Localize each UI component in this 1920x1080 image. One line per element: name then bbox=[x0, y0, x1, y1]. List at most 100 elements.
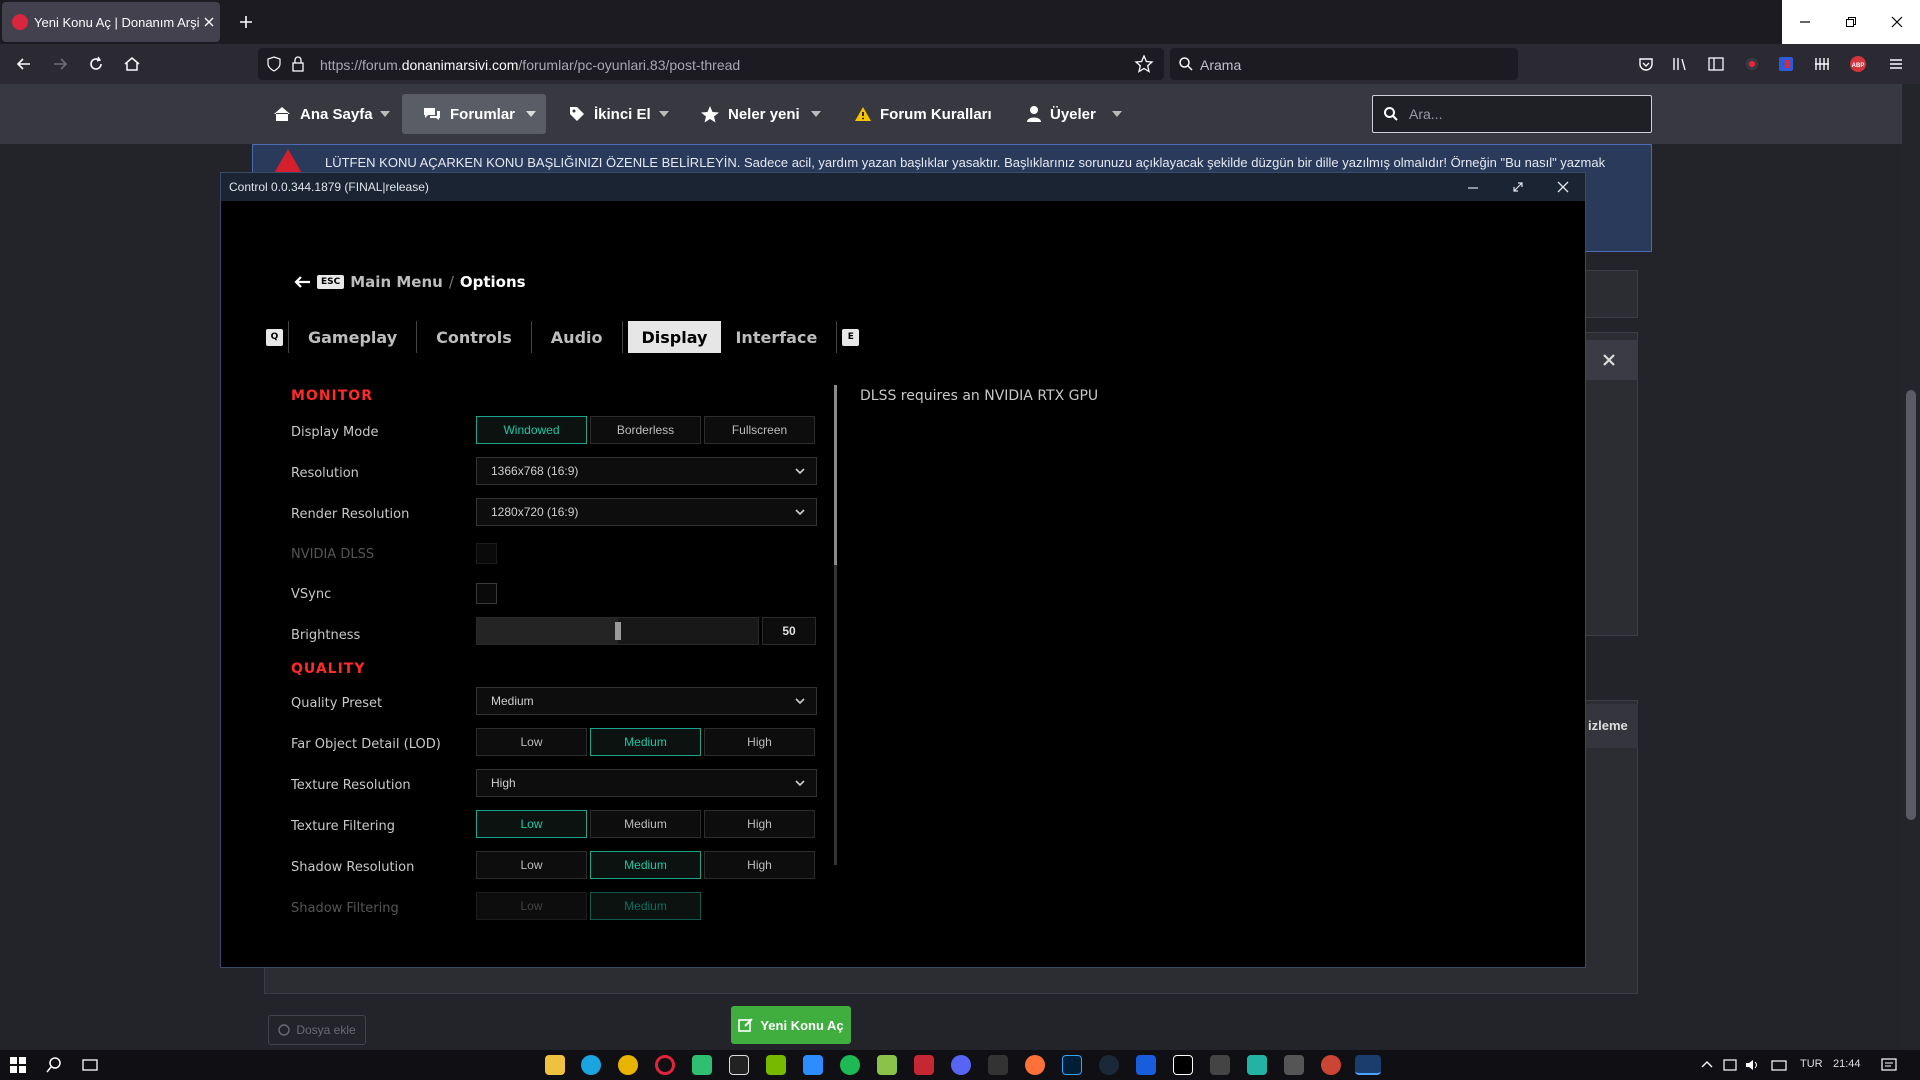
game-close-icon[interactable] bbox=[1554, 178, 1572, 196]
texture-filtering-low[interactable]: Low bbox=[476, 810, 587, 838]
tray-chevron-icon[interactable] bbox=[1700, 1055, 1714, 1075]
tray-app-icon[interactable] bbox=[1722, 1055, 1738, 1075]
lod-high[interactable]: High bbox=[704, 728, 815, 756]
vsync-checkbox[interactable] bbox=[476, 583, 497, 604]
tray-clock[interactable]: 21:44 bbox=[1833, 1058, 1861, 1070]
dismiss-panel-button[interactable] bbox=[1580, 340, 1638, 380]
shadow-resolution-medium[interactable]: Medium bbox=[590, 851, 701, 879]
site-info-shield-icon[interactable] bbox=[266, 56, 282, 72]
resolution-dropdown[interactable]: 1366x768 (16:9) bbox=[476, 457, 817, 485]
nav-forums-dropdown-icon[interactable] bbox=[526, 111, 536, 117]
app-icon-6[interactable] bbox=[1247, 1055, 1267, 1075]
adblock-icon[interactable]: ABP bbox=[1848, 54, 1868, 74]
browser-search-input[interactable]: Arama bbox=[1170, 48, 1518, 80]
menu-icon[interactable] bbox=[1886, 54, 1906, 74]
zoom-icon[interactable] bbox=[803, 1055, 823, 1075]
app-icon-3[interactable] bbox=[914, 1055, 934, 1075]
pycharm-icon[interactable] bbox=[1173, 1055, 1193, 1075]
nav-home[interactable]: Ana Sayfa bbox=[272, 94, 373, 134]
texture-resolution-dropdown[interactable]: High bbox=[476, 769, 817, 797]
nav-rules[interactable]: Forum Kuralları bbox=[854, 94, 992, 134]
tab-controls[interactable]: Controls bbox=[422, 321, 526, 353]
prev-tab-key-q[interactable]: Q bbox=[266, 328, 283, 346]
nav-second-hand[interactable]: İkinci El bbox=[568, 94, 651, 134]
extension-record-icon[interactable] bbox=[1742, 54, 1762, 74]
options-scrollbar-thumb[interactable] bbox=[834, 385, 837, 565]
display-mode-fullscreen[interactable]: Fullscreen bbox=[704, 416, 815, 444]
tab-audio[interactable]: Audio bbox=[537, 321, 617, 353]
reload-icon[interactable] bbox=[86, 54, 106, 74]
shadow-filtering-medium[interactable]: Medium bbox=[590, 892, 701, 920]
next-tab-key-e[interactable]: E bbox=[842, 328, 860, 346]
edge-icon[interactable] bbox=[581, 1055, 601, 1075]
nav-forums[interactable]: Forumlar bbox=[422, 94, 515, 134]
pocket-icon[interactable] bbox=[1636, 54, 1656, 74]
shadow-filtering-low[interactable]: Low bbox=[476, 892, 587, 920]
nav-second-hand-dropdown-icon[interactable] bbox=[659, 111, 669, 117]
back-arrow-icon[interactable] bbox=[14, 54, 34, 74]
texture-filtering-medium[interactable]: Medium bbox=[590, 810, 701, 838]
control-game-icon[interactable] bbox=[1355, 1055, 1381, 1075]
tab-gameplay[interactable]: Gameplay bbox=[294, 321, 411, 353]
app-icon-5[interactable] bbox=[1210, 1055, 1230, 1075]
volume-icon[interactable] bbox=[1744, 1055, 1762, 1075]
app-icon-7[interactable] bbox=[1284, 1055, 1304, 1075]
close-window-icon[interactable] bbox=[1874, 0, 1920, 44]
attach-file-button[interactable]: Dosya ekle bbox=[268, 1015, 366, 1045]
render-resolution-dropdown[interactable]: 1280x720 (16:9) bbox=[476, 498, 817, 526]
shadow-resolution-high[interactable]: High bbox=[704, 851, 815, 879]
close-tab-icon[interactable] bbox=[200, 13, 218, 31]
spotify-icon[interactable] bbox=[840, 1055, 860, 1075]
chrome-icon[interactable] bbox=[618, 1055, 638, 1075]
breadcrumb-main-menu[interactable]: Main Menu bbox=[350, 273, 443, 291]
file-explorer-icon[interactable] bbox=[545, 1055, 565, 1075]
app-icon-8[interactable] bbox=[1321, 1055, 1341, 1075]
shadow-resolution-low[interactable]: Low bbox=[476, 851, 587, 879]
game-maximize-icon[interactable] bbox=[1509, 178, 1527, 196]
browser-tab[interactable]: Yeni Konu Aç | Donanım Arşivi F bbox=[2, 2, 220, 42]
game-minimize-icon[interactable] bbox=[1464, 178, 1482, 196]
nav-whats-new-dropdown-icon[interactable] bbox=[811, 111, 821, 117]
app-icon[interactable] bbox=[692, 1055, 712, 1075]
bookmark-star-icon[interactable] bbox=[1134, 54, 1154, 74]
lock-icon[interactable] bbox=[290, 55, 306, 73]
lod-medium[interactable]: Medium bbox=[590, 728, 701, 756]
nav-home-dropdown-icon[interactable] bbox=[380, 111, 390, 117]
task-view-icon[interactable] bbox=[80, 1055, 100, 1075]
windows-start-icon[interactable] bbox=[8, 1055, 28, 1075]
taskbar-search-icon[interactable] bbox=[44, 1055, 64, 1075]
forward-arrow-icon[interactable] bbox=[50, 54, 70, 74]
lod-low[interactable]: Low bbox=[476, 728, 587, 756]
brightness-value[interactable]: 50 bbox=[762, 617, 816, 645]
opera-icon[interactable] bbox=[655, 1055, 675, 1075]
extension-bars-icon[interactable] bbox=[1812, 54, 1832, 74]
bitwarden-icon[interactable] bbox=[1136, 1055, 1156, 1075]
display-mode-borderless[interactable]: Borderless bbox=[590, 416, 701, 444]
url-bar[interactable]: https://forum.donanimarsivi.com/forumlar… bbox=[258, 48, 1164, 80]
site-search-input[interactable]: Ara... bbox=[1372, 95, 1652, 133]
tray-language[interactable]: TUR bbox=[1800, 1058, 1823, 1070]
library-icon[interactable] bbox=[1670, 54, 1690, 74]
nav-members-dropdown-icon[interactable] bbox=[1112, 111, 1122, 117]
network-icon[interactable] bbox=[1770, 1055, 1788, 1075]
nav-whats-new[interactable]: Neler yeni bbox=[700, 94, 800, 134]
photoshop-icon[interactable] bbox=[1062, 1055, 1082, 1075]
minimize-window-icon[interactable] bbox=[1782, 0, 1828, 44]
restore-window-icon[interactable] bbox=[1828, 0, 1874, 44]
quality-preset-dropdown[interactable]: Medium bbox=[476, 687, 817, 715]
notion-icon[interactable] bbox=[729, 1055, 749, 1075]
app-icon-4[interactable] bbox=[988, 1055, 1008, 1075]
texture-filtering-high[interactable]: High bbox=[704, 810, 815, 838]
sidebar-icon[interactable] bbox=[1706, 54, 1726, 74]
back-arrow-icon[interactable] bbox=[293, 275, 311, 289]
tab-interface[interactable]: Interface bbox=[721, 321, 831, 353]
nvidia-icon[interactable] bbox=[766, 1055, 786, 1075]
home-icon[interactable] bbox=[122, 54, 142, 74]
brightness-handle[interactable] bbox=[615, 622, 621, 640]
tab-display[interactable]: Display bbox=[627, 321, 722, 353]
display-mode-windowed[interactable]: Windowed bbox=[476, 416, 587, 444]
firefox-icon[interactable] bbox=[1025, 1055, 1045, 1075]
app-icon-2[interactable] bbox=[877, 1055, 897, 1075]
page-scrollbar-thumb[interactable] bbox=[1906, 390, 1916, 820]
steam-icon[interactable] bbox=[1099, 1055, 1119, 1075]
